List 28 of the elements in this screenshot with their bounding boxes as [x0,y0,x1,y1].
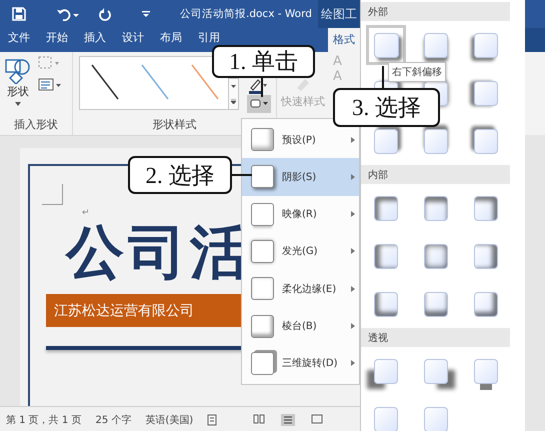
section-header: 外部 [361,2,510,21]
tooltip: 右下斜偏移 [388,62,446,82]
ribbon-tab[interactable]: 文件 [0,31,38,45]
paragraph-mark: ↵ [82,208,90,218]
text-effect-label: A [333,54,342,69]
quick-styles-label: 快速样式 [281,94,325,109]
callout: 1. 单击 [212,45,315,78]
group-label: 插入形状 [13,117,59,133]
section-header: 透视 [361,328,510,347]
page-count: 第 1 页，共 1 页 [6,414,82,426]
language-label: 英语(美国) [145,414,194,426]
group-label: 形状样式 [152,117,198,133]
ribbon-tab[interactable]: 格式 [328,28,360,52]
section-header: 内部 [361,165,510,184]
menu-item[interactable]: 三维旋转(D) [242,344,359,382]
ribbon-tab[interactable]: 设计 [114,31,152,45]
window-title: 公司活动简报.docx - Word [180,7,312,21]
ribbon-tab[interactable]: 引用 [190,31,228,45]
callout: 3. 选择 [333,88,440,127]
menu-item[interactable]: 阴影(S) [242,158,359,196]
ribbon-tab[interactable]: 布局 [152,31,190,45]
callout: 2. 选择 [128,156,232,194]
word-count: 25 个字 [95,414,132,426]
shapes-button[interactable]: 形状 [0,56,36,108]
ribbon-tab[interactable]: 开始 [38,31,76,45]
context-tab-label: 绘图工 [318,0,360,28]
ribbon-tab[interactable]: 插入 [76,31,114,45]
text-effect-label: A [333,69,342,84]
